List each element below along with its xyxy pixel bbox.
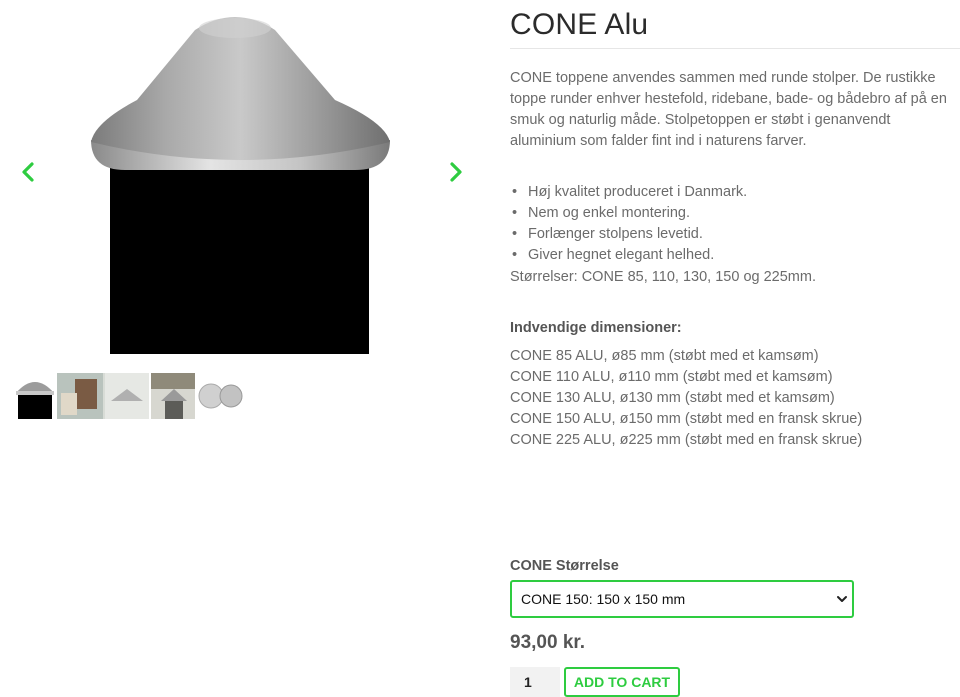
gallery-prev-button[interactable] [16, 160, 40, 184]
thumbnail-cone-post[interactable] [15, 373, 55, 419]
feature-item: Giver hegnet elegant helhed. [512, 245, 747, 266]
dimension-item: CONE 150 ALU, ø150 mm (støbt med en fran… [510, 411, 863, 427]
product-title: CONE Alu [510, 8, 649, 41]
dimension-item: CONE 85 ALU, ø85 mm (støbt med et kamsøm… [510, 348, 819, 364]
dimension-item: CONE 130 ALU, ø130 mm (støbt med et kams… [510, 390, 835, 406]
dimensions-heading: Indvendige dimensioner: [510, 320, 682, 336]
thumbnail-cone-discs[interactable] [195, 373, 245, 419]
thumbnail-outdoor-post[interactable] [151, 373, 197, 419]
chevron-left-icon [22, 162, 34, 182]
add-to-cart-button[interactable]: ADD TO CART [564, 667, 680, 697]
feature-item: Nem og enkel montering. [512, 203, 747, 224]
chevron-down-icon [837, 596, 847, 602]
dimension-item: CONE 225 ALU, ø225 mm (støbt med en fran… [510, 432, 863, 448]
product-price: 93,00 kr. [510, 632, 586, 653]
sizes-text: Størrelser: CONE 85, 110, 130, 150 og 22… [510, 269, 816, 285]
title-divider [510, 48, 960, 49]
dimension-item: CONE 110 ALU, ø110 mm (støbt med et kams… [510, 369, 833, 385]
dimensions-list: CONE 85 ALU, ø85 mm (støbt med et kamsøm… [510, 346, 862, 451]
thumbnail-strip [15, 373, 245, 419]
thumbnail-horse-scene[interactable] [57, 373, 149, 419]
size-select-value: CONE 150: 150 x 150 mm [521, 591, 686, 607]
product-gallery [0, 0, 480, 430]
feature-item: Forlænger stolpens levetid. [512, 224, 747, 245]
variation-label: CONE Størrelse [510, 558, 619, 574]
quantity-input[interactable]: 1 [510, 667, 560, 697]
feature-list: Høj kvalitet produceret i Danmark. Nem o… [510, 182, 747, 266]
product-description: CONE toppene anvendes sammen med runde s… [510, 70, 947, 149]
size-select[interactable]: CONE 150: 150 x 150 mm [510, 580, 854, 618]
main-product-image[interactable] [85, 10, 395, 355]
gallery-next-button[interactable] [444, 160, 468, 184]
feature-item: Høj kvalitet produceret i Danmark. [512, 182, 747, 203]
chevron-right-icon [450, 162, 462, 182]
